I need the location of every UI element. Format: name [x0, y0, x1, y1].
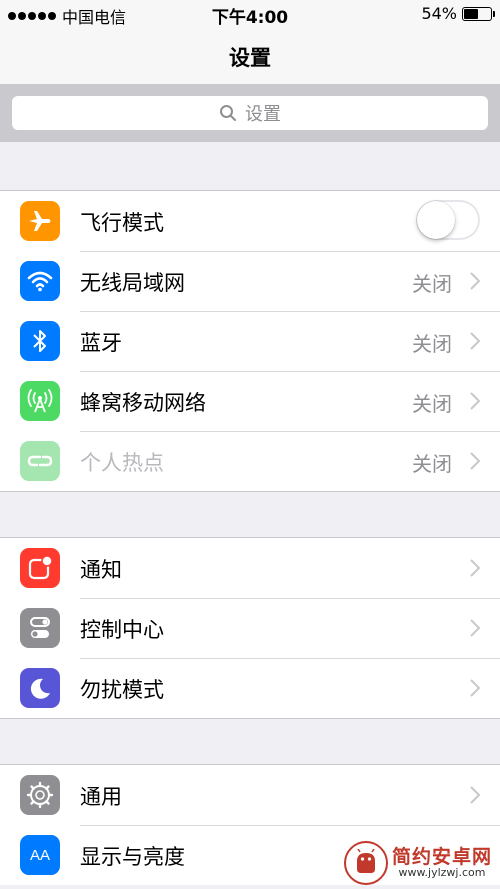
search-input[interactable]: 设置: [12, 96, 488, 130]
battery-icon: [462, 6, 495, 21]
settings-row-airplane-mode: 飞行模式: [0, 191, 500, 251]
page-title: 设置: [229, 46, 271, 70]
search-icon: [220, 105, 236, 121]
chevron-right-icon: [470, 619, 480, 637]
settings-row-personal-hotspot[interactable]: 个人热点 关闭: [0, 431, 500, 491]
watermark-url: www.jylzwj.com: [398, 866, 486, 880]
settings-row-general[interactable]: 通用: [0, 765, 500, 825]
row-label: 显示与亮度: [80, 845, 185, 869]
chevron-right-icon: [470, 786, 480, 804]
search-placeholder: 设置: [245, 104, 281, 125]
settings-row-do-not-disturb[interactable]: 勿扰模式: [0, 658, 500, 718]
connectivity-group: 飞行模式 无线局域网 关闭 蓝牙 关闭 蜂窝移动网络 关闭 个人热点 关闭: [0, 190, 500, 492]
row-label: 通知: [80, 558, 122, 582]
chevron-right-icon: [470, 332, 480, 350]
battery: 54%: [421, 4, 495, 23]
row-label: 蜂窝移动网络: [80, 391, 206, 415]
search-bar: 设置: [0, 84, 500, 142]
chevron-right-icon: [470, 679, 480, 697]
settings-row-cellular[interactable]: 蜂窝移动网络 关闭: [0, 371, 500, 431]
control-center-icon: [20, 608, 60, 648]
row-label: 飞行模式: [80, 211, 164, 235]
wifi-icon: [20, 261, 60, 301]
row-label: 通用: [80, 785, 122, 809]
settings-row-wifi[interactable]: 无线局域网 关闭: [0, 251, 500, 311]
hotspot-icon: [20, 441, 60, 481]
status-bar: 中国电信 下午4:00 54%: [0, 0, 500, 30]
chevron-right-icon: [470, 452, 480, 470]
cellular-icon: [20, 381, 60, 421]
watermark-name: 简约安卓网: [391, 845, 492, 868]
row-label: 勿扰模式: [80, 678, 164, 702]
chevron-right-icon: [470, 272, 480, 290]
settings-row-bluetooth[interactable]: 蓝牙 关闭: [0, 311, 500, 371]
settings-row-notifications[interactable]: 通知: [0, 538, 500, 598]
display-icon-text: AA: [29, 846, 50, 864]
chevron-right-icon: [470, 392, 480, 410]
watermark: 简约安卓网 www.jylzwj.com: [343, 841, 492, 885]
display-icon: AA: [20, 835, 60, 875]
row-value: 关闭: [412, 272, 452, 296]
row-label: 控制中心: [80, 618, 164, 642]
toggle-knob: [417, 201, 455, 239]
notifications-icon: [20, 548, 60, 588]
battery-percent: 54%: [421, 4, 457, 23]
row-value: 关闭: [412, 452, 452, 476]
bluetooth-icon: [20, 321, 60, 361]
watermark-logo-icon: [343, 841, 388, 885]
nav-bar: 设置: [0, 30, 500, 84]
gear-icon: [20, 775, 60, 815]
row-value: 关闭: [412, 332, 452, 356]
airplane-icon: [20, 201, 60, 241]
row-label: 个人热点: [80, 451, 164, 475]
row-label: 无线局域网: [80, 271, 185, 295]
settings-row-control-center[interactable]: 控制中心: [0, 598, 500, 658]
chevron-right-icon: [470, 559, 480, 577]
row-value: 关闭: [412, 392, 452, 416]
row-label: 蓝牙: [80, 331, 122, 355]
moon-icon: [20, 668, 60, 708]
system-group: 通知 控制中心 勿扰模式: [0, 537, 500, 719]
airplane-mode-toggle[interactable]: [416, 200, 480, 240]
